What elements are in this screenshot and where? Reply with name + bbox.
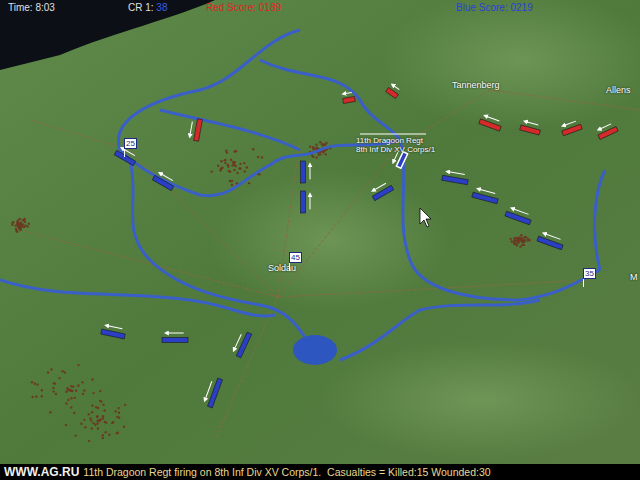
cursor-icon [420, 208, 431, 227]
blue-score: Blue Score: 0219 [456, 2, 632, 14]
unit[interactable] [560, 120, 582, 136]
unit[interactable] [162, 333, 188, 343]
selection-line [360, 134, 426, 135]
unit[interactable] [442, 171, 469, 185]
route-marker[interactable]: 45 [289, 252, 302, 271]
marker-flag: 45 [289, 252, 302, 263]
unit[interactable] [537, 232, 565, 250]
unit[interactable] [472, 188, 500, 204]
hill [320, 340, 640, 460]
status-bar: WWW.AG.RU 11th Dragoon Regt firing on 8th… [0, 464, 640, 480]
unit[interactable] [520, 121, 542, 135]
place-label: Allens [606, 85, 631, 96]
unit[interactable] [152, 171, 176, 190]
rivers [0, 30, 605, 360]
unit[interactable] [114, 146, 138, 165]
unit[interactable] [386, 84, 401, 99]
place-label: Soldau [268, 263, 296, 274]
roads [20, 90, 640, 440]
marker-pole [289, 263, 290, 271]
unit[interactable] [301, 161, 311, 183]
red-score: Red Score: 0189 [206, 2, 456, 14]
sea [0, 0, 215, 70]
cr-readout: CR 1: 38 [128, 2, 206, 14]
unit[interactable] [232, 330, 252, 358]
time-readout: Time: 8:03 [8, 2, 128, 14]
unit[interactable] [189, 118, 202, 141]
place-label: M [630, 272, 638, 283]
unit[interactable] [370, 181, 394, 200]
hill [380, 0, 640, 130]
unit-target: 8th Inf Div XV Corps/1 [356, 145, 435, 154]
unit[interactable] [596, 122, 618, 139]
route-marker[interactable]: 25 [124, 138, 137, 157]
route-marker[interactable]: 35 [583, 268, 596, 287]
marker-flag: 35 [583, 268, 596, 279]
game-screen: Tannenberg Allens Soldau M 25 45 35 11th Dragoo… [0, 0, 640, 480]
unit[interactable] [301, 191, 311, 213]
selected-unit-label: 11th Dragoon Regt8th Inf Div XV Corps/1 [356, 136, 435, 154]
lake [293, 335, 337, 365]
place-label: Tannenberg [452, 80, 500, 91]
unit-name: 11th Dragoon Regt [356, 136, 435, 145]
marker-flag: 25 [124, 138, 137, 149]
watermark: WWW.AG.RU [4, 465, 79, 479]
unit[interactable] [342, 92, 355, 103]
marker-pole [124, 149, 125, 157]
unit[interactable] [505, 207, 533, 225]
marker-pole [583, 279, 584, 287]
unit[interactable] [203, 377, 222, 408]
hud-bar: Time: 8:03CR 1: 38Red Score: 0189Blue Sc… [0, 0, 640, 16]
terrain-map[interactable] [0, 0, 640, 464]
unit[interactable] [101, 325, 126, 339]
battle-map[interactable]: Tannenberg Allens Soldau M 25 45 35 11th Dragoo… [0, 0, 640, 464]
status-message: 11th Dragoon Regt firing on 8th Inf Div … [83, 466, 490, 478]
unit[interactable] [479, 115, 503, 131]
